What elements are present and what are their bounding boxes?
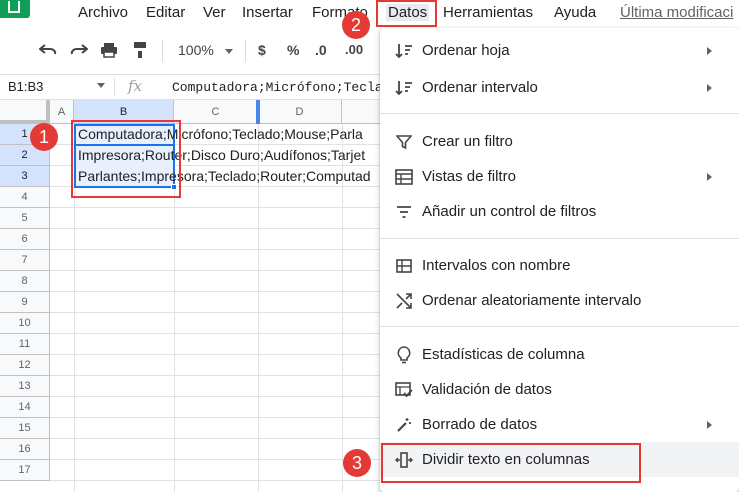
named-ranges-icon — [394, 256, 414, 276]
shuffle-icon — [394, 291, 414, 311]
magic-wand-icon — [394, 415, 414, 435]
undo-icon[interactable] — [38, 40, 58, 60]
percent-format-button[interactable]: % — [287, 42, 299, 58]
row-header-4[interactable]: 4 — [0, 187, 50, 208]
filter-views-icon — [394, 167, 414, 187]
print-icon[interactable] — [99, 40, 119, 60]
column-header-c[interactable]: C — [174, 100, 258, 124]
menu-herramientas[interactable]: Herramientas — [443, 4, 533, 21]
filter-control-icon — [394, 202, 414, 222]
menu-item-label: Crear un filtro — [422, 133, 513, 150]
annotation-box-datos — [376, 0, 437, 27]
sort-icon — [394, 41, 414, 61]
menu-item-estadisticas[interactable]: Estadísticas de columna — [380, 337, 739, 372]
menu-item-label: Ordenar aleatoriamente intervalo — [422, 292, 642, 309]
submenu-arrow-icon — [707, 84, 712, 92]
menu-item-label: Validación de datos — [422, 381, 552, 398]
datos-dropdown-menu: Ordenar hoja Ordenar intervalo Crear un … — [380, 28, 739, 492]
menu-item-label: Borrado de datos — [422, 416, 538, 433]
menu-item-label: Añadir un control de filtros — [422, 203, 597, 220]
row-header-5[interactable]: 5 — [0, 208, 50, 229]
menu-insertar[interactable]: Insertar — [242, 4, 293, 21]
menu-ayuda[interactable]: Ayuda — [554, 4, 596, 21]
annotation-box-selection — [71, 120, 181, 198]
last-edit-link[interactable]: Última modificaci — [620, 4, 733, 21]
row-header-16[interactable]: 16 — [0, 439, 50, 460]
menu-item-control-filtros[interactable]: Añadir un control de filtros — [380, 194, 739, 229]
menu-archivo[interactable]: Archivo — [78, 4, 128, 21]
row-header-6[interactable]: 6 — [0, 229, 50, 250]
submenu-arrow-icon — [707, 421, 712, 429]
validation-icon — [394, 380, 414, 400]
row-header-11[interactable]: 11 — [0, 334, 50, 355]
select-all-corner[interactable] — [0, 100, 50, 124]
fx-icon: fx — [128, 77, 143, 95]
name-box[interactable]: B1:B3 — [8, 79, 43, 94]
annotation-box-dividir — [381, 443, 641, 483]
sort-icon — [394, 78, 414, 98]
menu-ver[interactable]: Ver — [203, 4, 226, 21]
lightbulb-icon — [394, 345, 414, 365]
menu-item-vistas-filtro[interactable]: Vistas de filtro — [380, 159, 739, 194]
menu-item-crear-filtro[interactable]: Crear un filtro — [380, 124, 739, 159]
paint-format-icon[interactable] — [130, 40, 150, 60]
decrease-decimal-button[interactable]: .0 — [315, 42, 327, 58]
step-badge-3: 3 — [343, 449, 371, 477]
row-header-17[interactable]: 17 — [0, 460, 50, 481]
row-header-3[interactable]: 3 — [0, 166, 50, 187]
redo-icon[interactable] — [69, 40, 89, 60]
submenu-arrow-icon — [707, 47, 712, 55]
currency-format-button[interactable]: $ — [258, 42, 266, 58]
submenu-arrow-icon — [707, 173, 712, 181]
menu-item-label: Ordenar intervalo — [422, 79, 538, 96]
column-header-d[interactable]: D — [258, 100, 342, 124]
row-header-12[interactable]: 12 — [0, 355, 50, 376]
increase-decimal-button[interactable]: .00 — [345, 42, 363, 57]
row-header-14[interactable]: 14 — [0, 397, 50, 418]
menu-item-ordenar-hoja[interactable]: Ordenar hoja — [380, 33, 739, 68]
step-badge-1: 1 — [30, 123, 58, 151]
row-header-9[interactable]: 9 — [0, 292, 50, 313]
menu-item-intervalos-nombre[interactable]: Intervalos con nombre — [380, 248, 739, 283]
zoom-select[interactable]: 100% — [178, 42, 214, 58]
name-box-caret-icon[interactable] — [97, 83, 105, 88]
menu-item-borrado[interactable]: Borrado de datos — [380, 407, 739, 442]
menu-item-label: Estadísticas de columna — [422, 346, 585, 363]
menu-item-label: Intervalos con nombre — [422, 257, 571, 274]
formula-input[interactable]: Computadora;Micrófono;Tecla — [172, 80, 383, 95]
row-header-8[interactable]: 8 — [0, 271, 50, 292]
menu-item-label: Vistas de filtro — [422, 168, 516, 185]
row-header-10[interactable]: 10 — [0, 313, 50, 334]
filter-icon — [394, 132, 414, 152]
menu-item-validacion[interactable]: Validación de datos — [380, 372, 739, 407]
row-header-15[interactable]: 15 — [0, 418, 50, 439]
menu-item-label: Ordenar hoja — [422, 42, 510, 59]
row-header-13[interactable]: 13 — [0, 376, 50, 397]
row-header-7[interactable]: 7 — [0, 250, 50, 271]
menu-item-ordenar-intervalo[interactable]: Ordenar intervalo — [380, 70, 739, 105]
freeze-handle[interactable] — [256, 100, 260, 124]
step-badge-2: 2 — [342, 11, 370, 39]
zoom-caret-icon[interactable] — [225, 49, 233, 54]
menu-editar[interactable]: Editar — [146, 4, 185, 21]
menu-item-aleatorio[interactable]: Ordenar aleatoriamente intervalo — [380, 283, 739, 318]
